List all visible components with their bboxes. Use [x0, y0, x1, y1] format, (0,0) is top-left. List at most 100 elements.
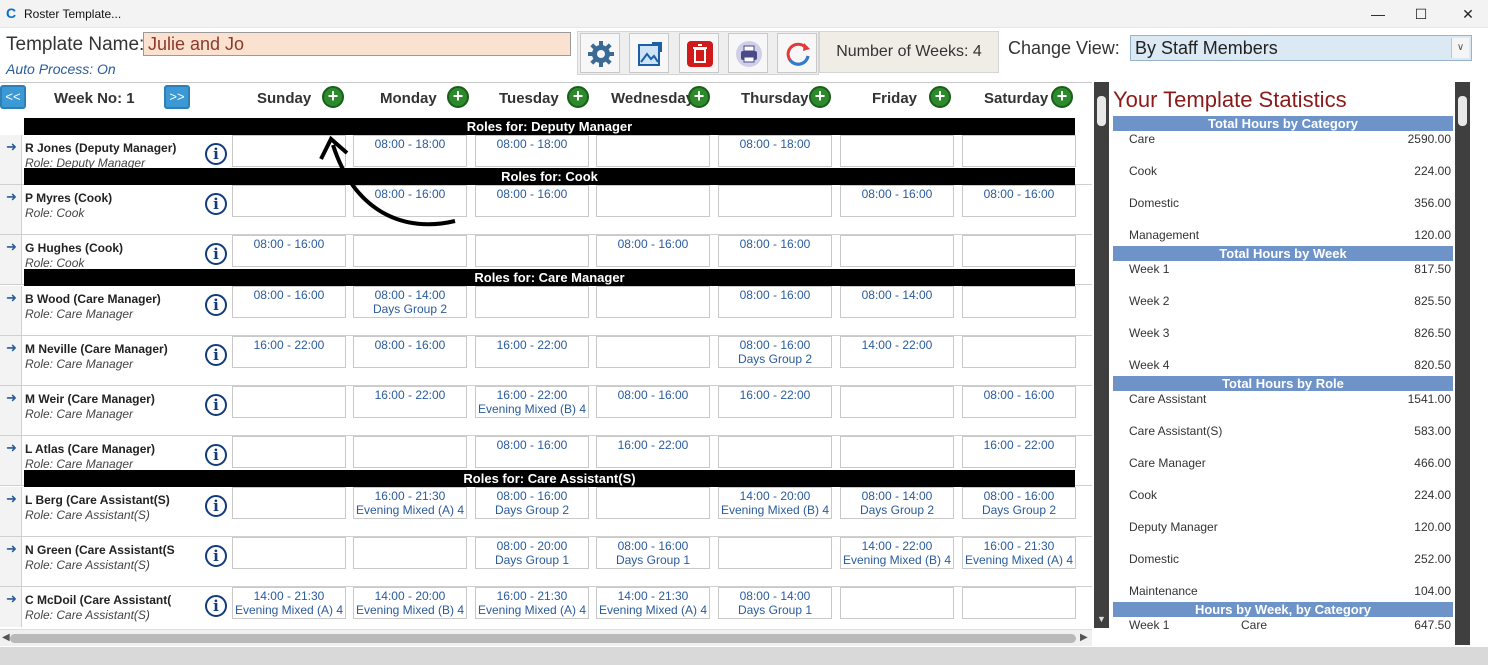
shift-cell[interactable] — [718, 537, 832, 569]
shift-cell[interactable]: 08:00 - 16:00 — [596, 235, 710, 267]
shift-cell[interactable] — [962, 135, 1076, 167]
add-shift-plus-icon[interactable]: + — [322, 86, 344, 108]
chevron-down-icon[interactable]: ∨ — [1451, 38, 1469, 58]
row-arrow-icon[interactable]: ➜ — [0, 587, 22, 627]
shift-cell[interactable] — [718, 185, 832, 217]
row-arrow-icon[interactable]: ➜ — [0, 286, 22, 335]
shift-cell[interactable]: 08:00 - 14:00 — [840, 286, 954, 318]
shift-cell[interactable]: 14:00 - 21:30 Evening Mixed (A) 4 — [596, 587, 710, 619]
scrollbar-thumb[interactable] — [10, 634, 1076, 643]
scroll-right-icon[interactable]: ▶ — [1080, 632, 1088, 643]
shift-cell[interactable] — [596, 286, 710, 318]
shift-cell[interactable] — [232, 487, 346, 519]
prev-week-button[interactable]: << — [0, 85, 26, 109]
shift-cell[interactable]: 16:00 - 22:00 — [718, 386, 832, 418]
info-icon[interactable]: i — [205, 444, 227, 466]
change-view-select[interactable]: By Staff Members ∨ — [1130, 35, 1472, 61]
shift-cell[interactable]: 08:00 - 14:00 Days Group 2 — [840, 487, 954, 519]
add-shift-plus-icon[interactable]: + — [1051, 86, 1073, 108]
row-arrow-icon[interactable]: ➜ — [0, 185, 22, 234]
shift-cell[interactable] — [232, 537, 346, 569]
shift-cell[interactable]: 16:00 - 21:30 Evening Mixed (A) 4 — [962, 537, 1076, 569]
shift-cell[interactable] — [840, 386, 954, 418]
row-arrow-icon[interactable]: ➜ — [0, 336, 22, 385]
shift-cell[interactable] — [840, 235, 954, 267]
shift-cell[interactable]: 16:00 - 22:00 Evening Mixed (B) 4 — [475, 386, 589, 418]
shift-cell[interactable] — [596, 135, 710, 167]
info-icon[interactable]: i — [205, 344, 227, 366]
template-name-input[interactable]: Julie and Jo — [143, 32, 571, 56]
shift-cell[interactable]: 08:00 - 16:00 — [840, 185, 954, 217]
shift-cell[interactable]: 14:00 - 20:00 Evening Mixed (B) 4 — [353, 587, 467, 619]
shift-cell[interactable] — [475, 235, 589, 267]
shift-cell[interactable]: 16:00 - 22:00 — [475, 336, 589, 368]
shift-cell[interactable] — [596, 185, 710, 217]
shift-cell[interactable]: 16:00 - 22:00 — [232, 336, 346, 368]
shift-cell[interactable]: 08:00 - 16:00 — [962, 386, 1076, 418]
shift-cell[interactable] — [353, 235, 467, 267]
info-icon[interactable]: i — [205, 143, 227, 165]
shift-cell[interactable] — [475, 286, 589, 318]
horizontal-scrollbar[interactable]: ◀ ▶ — [0, 629, 1092, 646]
shift-cell[interactable]: 08:00 - 16:00 — [718, 235, 832, 267]
row-arrow-icon[interactable]: ➜ — [0, 436, 22, 485]
shift-cell[interactable]: 14:00 - 22:00 Evening Mixed (B) 4 — [840, 537, 954, 569]
shift-cell[interactable]: 16:00 - 21:30 Evening Mixed (A) 4 — [353, 487, 467, 519]
close-window-button[interactable]: ✕ — [1454, 4, 1482, 24]
shift-cell[interactable] — [962, 587, 1076, 619]
shift-cell[interactable]: 08:00 - 16:00 — [475, 436, 589, 468]
shift-cell[interactable] — [962, 235, 1076, 267]
shift-cell[interactable] — [840, 436, 954, 468]
shift-cell[interactable] — [232, 386, 346, 418]
shift-cell[interactable]: 16:00 - 22:00 — [962, 436, 1076, 468]
shift-cell[interactable]: 16:00 - 22:00 — [596, 436, 710, 468]
shift-cell[interactable] — [353, 537, 467, 569]
shift-cell[interactable] — [840, 587, 954, 619]
row-arrow-icon[interactable]: ➜ — [0, 537, 22, 586]
info-icon[interactable]: i — [205, 243, 227, 265]
shift-cell[interactable]: 08:00 - 16:00 Days Group 1 — [596, 537, 710, 569]
shift-cell[interactable] — [962, 286, 1076, 318]
shift-cell[interactable]: 08:00 - 16:00 — [596, 386, 710, 418]
add-shift-plus-icon[interactable]: + — [447, 86, 469, 108]
shift-cell[interactable] — [718, 436, 832, 468]
print-button[interactable] — [728, 33, 768, 73]
shift-cell[interactable] — [840, 135, 954, 167]
scroll-left-icon[interactable]: ◀ — [2, 632, 10, 643]
row-arrow-icon[interactable]: ➜ — [0, 487, 22, 536]
shift-cell[interactable]: 08:00 - 16:00 Days Group 2 — [962, 487, 1076, 519]
shift-cell[interactable]: 14:00 - 21:30 Evening Mixed (A) 4 — [232, 587, 346, 619]
stats-vertical-scrollbar[interactable] — [1455, 82, 1470, 645]
info-icon[interactable]: i — [205, 193, 227, 215]
shift-cell[interactable]: 08:00 - 18:00 — [718, 135, 832, 167]
delete-button[interactable] — [679, 33, 719, 73]
scrollbar-thumb[interactable] — [1097, 96, 1106, 126]
maximize-button[interactable]: ☐ — [1407, 4, 1435, 24]
shift-cell[interactable]: 08:00 - 14:00 Days Group 2 — [353, 286, 467, 318]
info-icon[interactable]: i — [205, 595, 227, 617]
info-icon[interactable]: i — [205, 394, 227, 416]
shift-cell[interactable]: 08:00 - 14:00 Days Group 1 — [718, 587, 832, 619]
scroll-down-icon[interactable]: ▼ — [1097, 614, 1106, 624]
settings-button[interactable] — [580, 33, 620, 73]
row-arrow-icon[interactable]: ➜ — [0, 135, 22, 184]
shift-cell[interactable]: 08:00 - 16:00 Days Group 2 — [718, 336, 832, 368]
shift-cell[interactable]: 08:00 - 16:00 — [718, 286, 832, 318]
shift-cell[interactable]: 08:00 - 16:00 — [962, 185, 1076, 217]
shift-cell[interactable] — [962, 336, 1076, 368]
next-week-button[interactable]: >> — [164, 85, 190, 109]
shift-cell[interactable] — [353, 436, 467, 468]
export-button[interactable] — [629, 33, 669, 73]
shift-cell[interactable]: 08:00 - 20:00 Days Group 1 — [475, 537, 589, 569]
shift-cell[interactable]: 16:00 - 21:30 Evening Mixed (A) 4 — [475, 587, 589, 619]
row-arrow-icon[interactable]: ➜ — [0, 235, 22, 284]
info-icon[interactable]: i — [205, 294, 227, 316]
shift-cell[interactable]: 08:00 - 16:00 — [232, 235, 346, 267]
info-icon[interactable]: i — [205, 495, 227, 517]
shift-cell[interactable]: 08:00 - 18:00 — [475, 135, 589, 167]
shift-cell[interactable]: 08:00 - 16:00 — [475, 185, 589, 217]
scrollbar-thumb[interactable] — [1458, 96, 1467, 126]
shift-cell[interactable]: 14:00 - 20:00 Evening Mixed (B) 4 — [718, 487, 832, 519]
shift-cell[interactable] — [596, 336, 710, 368]
add-shift-plus-icon[interactable]: + — [567, 86, 589, 108]
